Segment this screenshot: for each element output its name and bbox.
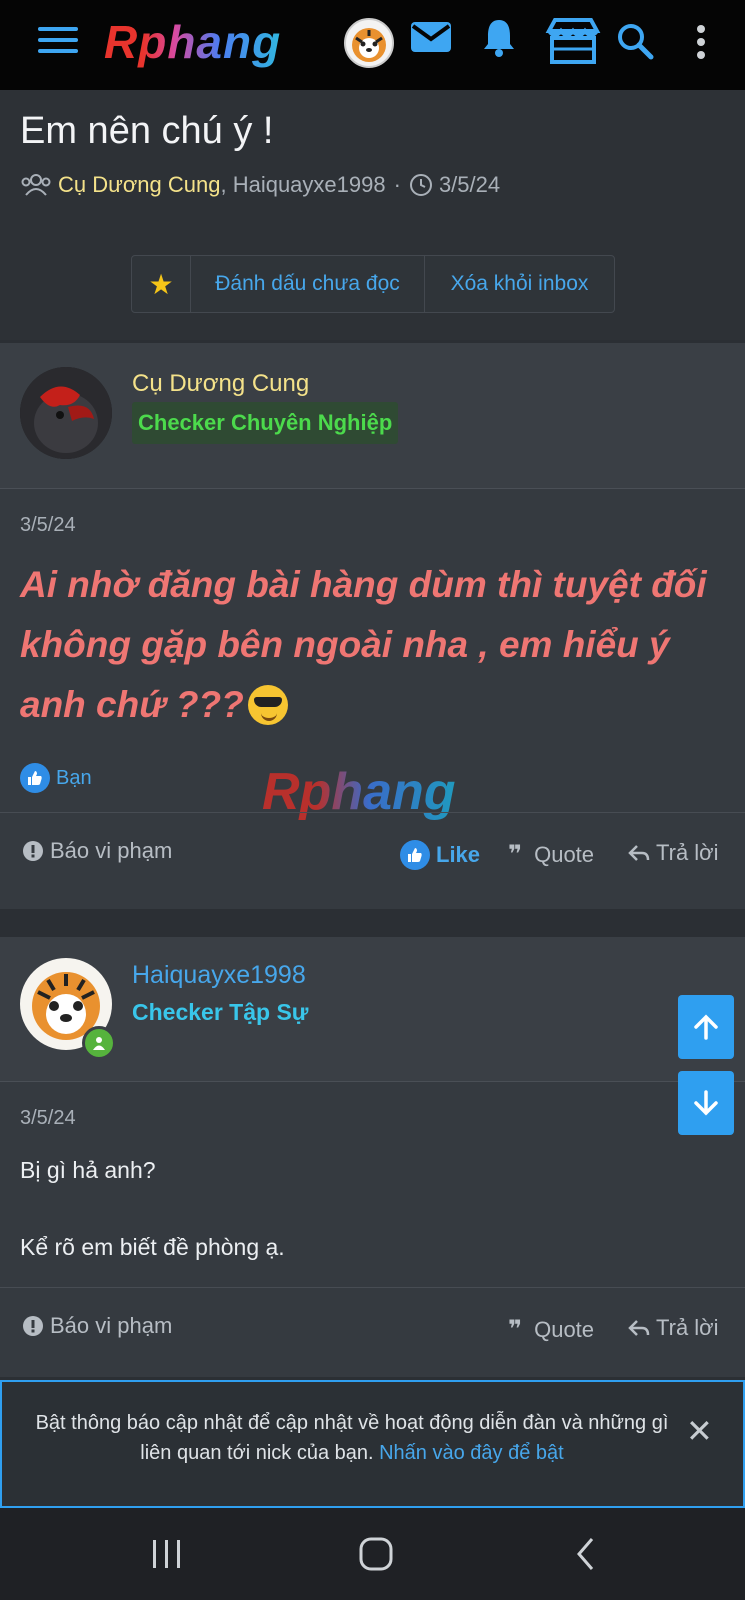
alert-icon <box>23 1316 43 1336</box>
online-status-icon <box>82 1026 116 1060</box>
reply-label: Trả lời <box>656 840 719 865</box>
mail-icon[interactable] <box>410 20 452 54</box>
message-1-actions: Báo vi phạm Like ❞ Quote Trả lời <box>0 838 745 878</box>
username[interactable]: Cụ Dương Cung <box>132 370 309 398</box>
clock-icon <box>409 174 432 196</box>
quote-icon: ❞ <box>508 841 523 868</box>
meta-dot: · <box>393 172 401 197</box>
reply-label: Trả lời <box>656 1315 719 1340</box>
reaction-text: Bạn <box>56 766 92 789</box>
participant-separator: , <box>220 172 233 197</box>
divider <box>0 1287 745 1288</box>
scroll-up-button[interactable] <box>678 995 734 1059</box>
close-icon[interactable]: ✕ <box>686 1412 713 1450</box>
reply-button[interactable]: Trả lời <box>628 1315 719 1341</box>
alert-icon <box>23 841 43 861</box>
message-body-line: Bị gì hả anh? <box>20 1157 156 1183</box>
reply-icon <box>628 845 650 861</box>
notice-message: Bật thông báo cập nhật để cập nhật về ho… <box>35 1412 669 1464</box>
enable-notifications-link[interactable]: Nhấn vào đây để bật <box>379 1442 564 1464</box>
quote-label: Quote <box>534 841 595 867</box>
page-title: Em nên chú ý ! <box>20 110 274 152</box>
thread-action-bar: ★ Đánh dấu chưa đọc Xóa khỏi inbox <box>131 255 615 313</box>
store-icon[interactable] <box>545 17 601 65</box>
message-body: Ai nhờ đăng bài hàng dùm thì tuyệt đối k… <box>20 555 720 735</box>
participant-link[interactable]: Cụ Dương Cung <box>58 172 220 198</box>
mark-unread-button[interactable]: Đánh dấu chưa đọc <box>191 256 425 312</box>
push-notice-banner: Bật thông báo cập nhật để cập nhật về ho… <box>0 1380 745 1508</box>
divider <box>0 812 745 813</box>
avatar[interactable] <box>20 367 112 459</box>
arrow-down-icon <box>694 1090 718 1116</box>
report-label: Báo vi phạm <box>50 1313 173 1338</box>
avatar[interactable] <box>344 18 394 68</box>
system-nav-bar <box>0 1508 745 1600</box>
message-date[interactable]: 3/5/24 <box>20 1107 76 1130</box>
back-icon[interactable] <box>574 1536 598 1572</box>
quote-button[interactable]: ❞ Quote <box>508 840 594 869</box>
report-button[interactable]: Báo vi phạm <box>22 838 172 864</box>
participants-icon <box>21 174 51 196</box>
like-button[interactable]: Like <box>400 840 480 870</box>
scroll-down-button[interactable] <box>678 1071 734 1135</box>
reply-button[interactable]: Trả lời <box>628 840 719 866</box>
like-icon <box>400 840 430 870</box>
username[interactable]: Haiquayxe1998 <box>132 961 306 990</box>
arrow-up-icon <box>694 1014 718 1040</box>
message-date[interactable]: 3/5/24 <box>20 514 76 537</box>
reaction-summary[interactable]: Bạn <box>20 763 92 793</box>
home-icon[interactable] <box>358 1536 394 1572</box>
user-role-badge: Checker Tập Sự <box>132 999 309 1025</box>
site-logo[interactable]: Rphang <box>104 14 281 70</box>
menu-icon[interactable] <box>38 27 78 57</box>
star-icon[interactable]: ★ <box>132 256 191 312</box>
thread-meta: Cụ Dương Cung , Haiquayxe1998 · 3/5/24 <box>20 172 500 198</box>
search-icon[interactable] <box>616 22 656 62</box>
participant-link[interactable]: Haiquayxe1998 <box>233 172 386 198</box>
quote-label: Quote <box>534 1316 595 1342</box>
report-label: Báo vi phạm <box>50 838 173 863</box>
report-button[interactable]: Báo vi phạm <box>22 1313 172 1339</box>
recent-apps-icon[interactable] <box>150 1538 184 1570</box>
message-2-actions: Báo vi phạm ❞ Quote Trả lời <box>0 1313 745 1353</box>
thread-date: 3/5/24 <box>438 172 501 197</box>
remove-inbox-button[interactable]: Xóa khỏi inbox <box>425 272 614 296</box>
reply-icon <box>628 1320 650 1336</box>
message-2-user-header <box>0 937 745 1082</box>
sunglasses-emoji-icon <box>247 685 288 725</box>
more-icon[interactable] <box>696 24 706 60</box>
like-icon <box>20 763 50 793</box>
message-body-text: Ai nhờ đăng bài hàng dùm thì tuyệt đối k… <box>20 564 707 725</box>
quote-button[interactable]: ❞ Quote <box>508 1315 594 1344</box>
quote-icon: ❞ <box>508 1316 523 1343</box>
notice-text: Bật thông báo cập nhật để cập nhật về ho… <box>22 1408 682 1468</box>
user-role-badge: Checker Chuyên Nghiệp <box>132 402 399 444</box>
like-label: Like <box>436 842 481 867</box>
top-navbar: Rphang <box>0 0 745 90</box>
watermark-logo: Rphang <box>262 763 456 821</box>
bell-icon[interactable] <box>482 18 516 58</box>
message-body-line: Kể rõ em biết đề phòng ạ. <box>20 1234 285 1260</box>
